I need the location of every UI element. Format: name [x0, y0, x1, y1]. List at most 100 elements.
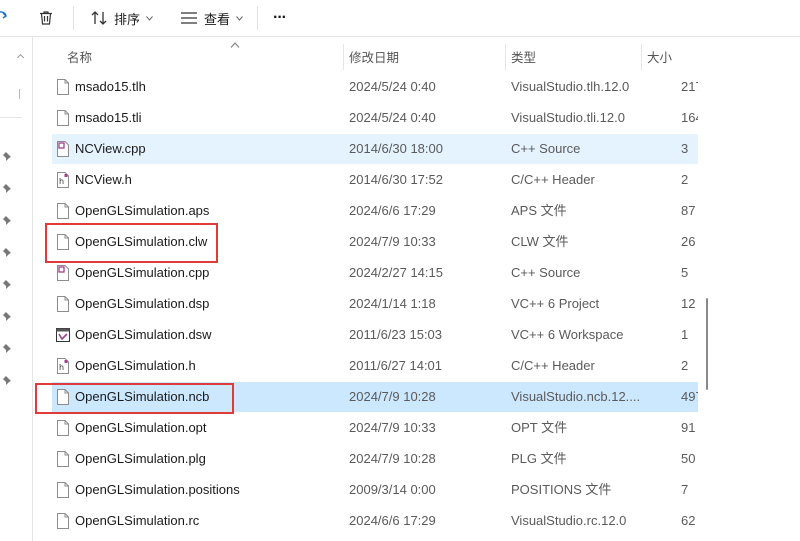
share-icon[interactable]: [0, 0, 14, 36]
file-type: VisualStudio.tlh.12.0: [511, 79, 630, 94]
pin-icon[interactable]: [2, 279, 13, 290]
file-name: OpenGLSimulation.positions: [75, 482, 240, 497]
file-name: OpenGLSimulation.rc: [75, 513, 200, 528]
file-date-modified: 2024/7/9 10:33: [349, 234, 436, 249]
pin-icon[interactable]: [2, 343, 13, 354]
file-type: C++ Source: [511, 141, 581, 156]
header-file-icon: h: [56, 172, 70, 188]
file-type: C++ Source: [511, 265, 581, 280]
svg-text:h: h: [59, 177, 64, 186]
file-date-modified: 2024/7/9 10:33: [349, 420, 436, 435]
pin-icon[interactable]: [2, 151, 13, 162]
blank-file-icon: [56, 482, 70, 498]
file-date-modified: 2014/6/30 17:52: [349, 172, 443, 187]
file-type: OPT 文件: [511, 420, 568, 435]
column-resize-handle[interactable]: [641, 44, 642, 70]
file-size: 1: [681, 327, 689, 342]
view-list-icon: [181, 12, 197, 24]
blank-file-icon: [56, 296, 70, 312]
more-options-button[interactable]: ···: [273, 0, 287, 36]
blank-file-icon: [56, 79, 70, 95]
file-date-modified: 2024/5/24 0:40: [349, 110, 436, 125]
strip-divider: [0, 117, 22, 118]
file-size: 12: [681, 296, 696, 311]
column-resize-handle[interactable]: [505, 44, 506, 70]
file-type: POSITIONS 文件: [511, 482, 612, 497]
file-list: msado15.tlh 2024/5/24 0:40 VisualStudio.tl…: [52, 72, 698, 541]
file-type: VisualStudio.rc.12.0: [511, 513, 627, 528]
file-row[interactable]: OpenGLSimulation.plg 2024/7/9 10:28 PLG 文件…: [52, 444, 698, 474]
file-name: NCView.h: [75, 172, 132, 187]
file-size: 62: [681, 513, 696, 528]
file-name: OpenGLSimulation.opt: [75, 420, 207, 435]
view-button[interactable]: 查看: [180, 0, 243, 36]
file-row[interactable]: OpenGLSimulation.dsp 2024/1/14 1:18 VC++ 6…: [52, 289, 698, 319]
file-row[interactable]: msado15.tli 2024/5/24 0:40 VisualStudio.tl…: [52, 103, 698, 133]
column-header-date[interactable]: 修改日期: [349, 44, 499, 70]
scrollbar-thumb[interactable]: [706, 298, 708, 390]
column-header-type[interactable]: 类型: [511, 44, 641, 70]
file-date-modified: 2011/6/27 14:01: [349, 358, 443, 373]
column-header-name[interactable]: 名称: [67, 44, 337, 70]
file-row[interactable]: OpenGLSimulation.positions 2009/3/14 0:00…: [52, 475, 698, 505]
file-name: OpenGLSimulation.dsp: [75, 296, 210, 311]
file-date-modified: 2009/3/14 0:00: [349, 482, 436, 497]
pin-icon[interactable]: [2, 247, 13, 258]
file-type: VisualStudio.ncb.12....: [511, 389, 641, 404]
file-date-modified: 2024/7/9 10:28: [349, 389, 436, 404]
sort-label: 排序: [114, 11, 141, 27]
workspace-file-icon: [56, 327, 70, 343]
file-row[interactable]: OpenGLSimulation.aps 2024/6/6 17:29 APS 文件…: [52, 196, 698, 226]
file-row[interactable]: msado15.tlh 2024/5/24 0:40 VisualStudio.tl…: [52, 72, 698, 102]
file-name: OpenGLSimulation.aps: [75, 203, 210, 218]
file-row[interactable]: h NCView.h 2014/6/30 17:52 C/C++ Header 2: [52, 165, 698, 195]
blank-file-icon: [56, 513, 70, 529]
file-type: PLG 文件: [511, 451, 567, 466]
toolbar-divider: [257, 6, 258, 30]
pin-icon[interactable]: [2, 311, 13, 322]
file-type: APS 文件: [511, 203, 567, 218]
file-size: 3: [681, 141, 689, 156]
blank-file-icon: [56, 203, 70, 219]
file-name: msado15.tli: [75, 110, 142, 125]
file-name: OpenGLSimulation.plg: [75, 451, 206, 466]
file-name: NCView.cpp: [75, 141, 146, 156]
pin-icon[interactable]: [2, 375, 13, 386]
pane-divider[interactable]: [32, 37, 33, 541]
file-date-modified: 2024/1/14 1:18: [349, 296, 436, 311]
file-row[interactable]: OpenGLSimulation.opt 2024/7/9 10:33 OPT 文件…: [52, 413, 698, 443]
sort-button[interactable]: 排序: [90, 0, 153, 36]
cpp-source-icon: [56, 141, 70, 157]
file-size: 7: [681, 482, 689, 497]
delete-button[interactable]: [38, 0, 58, 36]
pin-icon[interactable]: [2, 215, 13, 226]
file-size: 87: [681, 203, 696, 218]
highlight-box-clw: [45, 223, 218, 263]
file-row[interactable]: OpenGLSimulation.rc 2024/6/6 17:29 VisualS…: [52, 506, 698, 536]
scroll-marker: [19, 89, 20, 99]
column-resize-handle[interactable]: [343, 44, 344, 70]
file-type: VC++ 6 Project: [511, 296, 600, 311]
scroll-up-marker: [16, 53, 25, 62]
file-row[interactable]: h OpenGLSimulation.h 2011/6/27 14:01 C/C++ …: [52, 351, 698, 381]
file-size: 2: [681, 172, 689, 187]
file-name: OpenGLSimulation.h: [75, 358, 196, 373]
file-size: 5: [681, 265, 689, 280]
file-size: 217: [681, 79, 698, 94]
file-size: 91: [681, 420, 696, 435]
column-header-size[interactable]: 大小: [647, 44, 687, 70]
header-file-icon: h: [56, 358, 70, 374]
file-type: C/C++ Header: [511, 172, 595, 187]
blank-file-icon: [56, 110, 70, 126]
file-row[interactable]: OpenGLSimulation.dsw 2011/6/23 15:03 VC++ …: [52, 320, 698, 350]
file-size: 2: [681, 358, 689, 373]
chevron-down-icon: [236, 15, 243, 21]
file-row[interactable]: NCView.cpp 2014/6/30 18:00 C++ Source 3: [52, 134, 698, 164]
file-date-modified: 2011/6/23 15:03: [349, 327, 443, 342]
file-date-modified: 2024/6/6 17:29: [349, 203, 436, 218]
pin-icon[interactable]: [2, 183, 13, 194]
more-icon: ···: [273, 9, 287, 26]
cpp-source-icon: [56, 265, 70, 281]
view-label: 查看: [204, 11, 231, 27]
sort-icon: [91, 11, 107, 25]
